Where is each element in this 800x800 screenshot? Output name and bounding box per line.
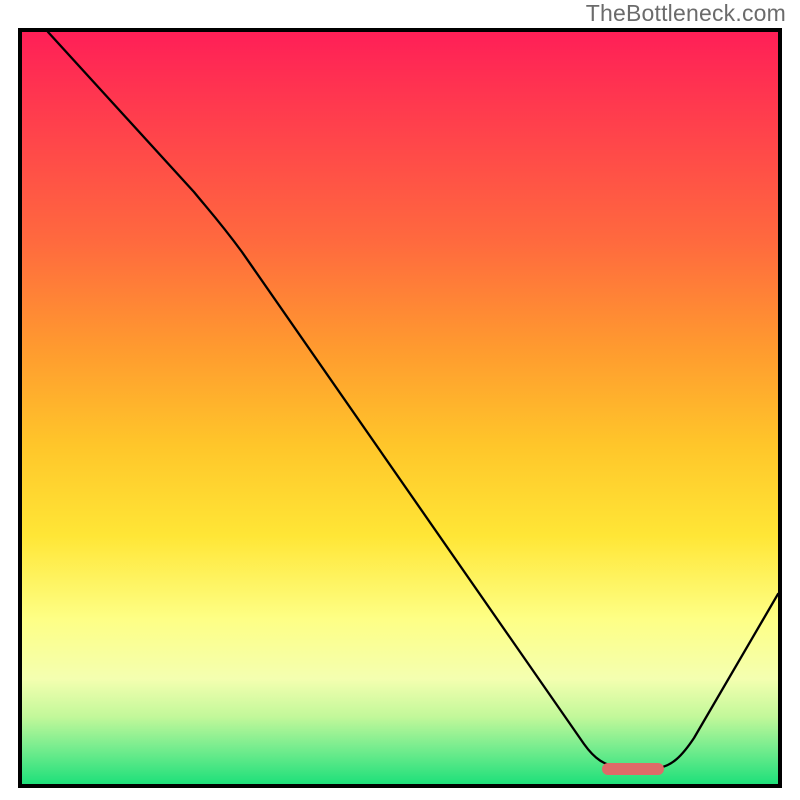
gradient-background — [22, 32, 778, 784]
plot-frame — [18, 28, 782, 788]
watermark-text: TheBottleneck.com — [586, 0, 786, 27]
chart-container: TheBottleneck.com — [0, 0, 800, 800]
